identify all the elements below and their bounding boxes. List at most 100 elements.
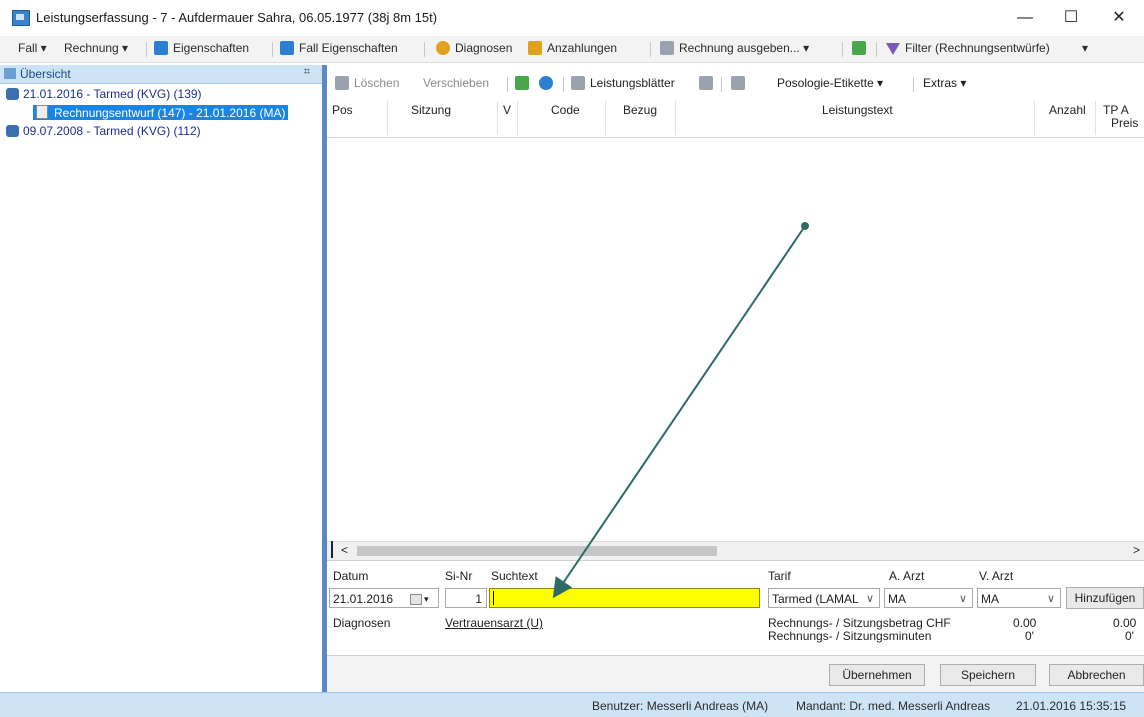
services-grid-header: Pos Sitzung V Code Bezug Leistungstext A… — [327, 99, 1144, 138]
uebernehmen-button[interactable]: Übernehmen — [829, 664, 925, 686]
entry-form: Datum Si-Nr Suchtext Tarif A. Arzt V. Ar… — [327, 560, 1144, 656]
column-sitzung[interactable]: Sitzung — [411, 103, 451, 117]
datum-label: Datum — [333, 569, 369, 583]
chevron-down-icon[interactable]: ▾ — [424, 589, 429, 607]
filter-label: Filter (Rechnungsentwürfe) — [905, 41, 1050, 55]
sync-button[interactable] — [539, 76, 558, 90]
column-v[interactable]: V — [503, 103, 511, 117]
grid-scroll-thumb[interactable] — [357, 546, 717, 556]
eigenschaften-button[interactable]: Eigenschaften — [154, 41, 249, 55]
fall-eigenschaften-button[interactable]: Fall Eigenschaften — [280, 41, 398, 55]
menu-rechnung[interactable]: Rechnung ▾ — [64, 41, 128, 55]
document-icon — [36, 105, 48, 119]
calendar-icon[interactable] — [410, 594, 422, 605]
v-arzt-label: V. Arzt — [979, 569, 1014, 583]
a-arzt-label: A. Arzt — [889, 569, 925, 583]
grid-scroll-left[interactable]: < — [341, 543, 348, 557]
v-arzt-select[interactable]: MA — [977, 588, 1061, 608]
tools-button[interactable] — [699, 76, 718, 90]
suchtext-label: Suchtext — [491, 569, 538, 583]
betrag-value-2: 0.00 — [1113, 616, 1137, 630]
rechnung-ausgeben-label: Rechnung ausgeben... ▾ — [679, 41, 810, 55]
grid-scrollbar[interactable]: < > — [327, 541, 1144, 560]
status-bar: Benutzer: Messerli Andreas (MA) Mandant:… — [0, 692, 1144, 717]
loeschen-label: Löschen — [354, 76, 400, 90]
text-cursor — [493, 591, 494, 605]
filter-button[interactable]: Filter (Rechnungsentwürfe) — [886, 41, 1050, 55]
datum-field[interactable]: 21.01.2016 ▾ — [329, 588, 439, 608]
wrench-icon — [699, 76, 713, 90]
minimize-button[interactable]: — — [1002, 4, 1048, 32]
leistungsblaetter-label: Leistungsblätter — [590, 76, 675, 90]
database-icon — [6, 88, 19, 100]
minuten-value-1: 0' — [1025, 629, 1034, 643]
refresh-green-button[interactable] — [852, 41, 871, 55]
a-arzt-select[interactable]: MA — [884, 588, 973, 608]
anzahlungen-label: Anzahlungen — [547, 41, 618, 55]
services-pane: Löschen Verschieben Leistungsblätter Pos… — [327, 65, 1144, 713]
fall-eigenschaften-label: Fall Eigenschaften — [299, 41, 398, 55]
tree-item-case-2016[interactable]: 21.01.2016 - Tarmed (KVG) (139) — [6, 87, 202, 101]
pin-icon[interactable]: ⌗ — [304, 66, 310, 79]
window-title: Leistungserfassung - 7 - Aufdermauer Sah… — [36, 10, 438, 25]
delete-icon — [335, 76, 349, 90]
printer-icon — [731, 76, 745, 90]
menu-fall[interactable]: Fall ▾ — [18, 41, 47, 55]
case-properties-icon — [280, 41, 294, 55]
sync-icon — [539, 76, 553, 90]
column-bezug[interactable]: Bezug — [623, 103, 657, 117]
anzahlungen-button[interactable]: Anzahlungen — [528, 41, 617, 55]
column-tp-a[interactable]: TP A — [1103, 103, 1129, 117]
eigenschaften-label: Eigenschaften — [173, 41, 250, 55]
tree-item-label: 21.01.2016 - Tarmed (KVG) (139) — [23, 87, 202, 101]
verschieben-button[interactable]: Verschieben — [423, 76, 489, 90]
refresh-icon — [852, 41, 866, 55]
filter-dropdown-arrow[interactable]: ▾ — [1082, 41, 1088, 55]
printer-icon — [660, 41, 674, 55]
grid-scroll-right[interactable]: > — [1133, 543, 1140, 557]
tree-item-label: 09.07.2008 - Tarmed (KVG) (112) — [23, 124, 201, 138]
diagnosen-button[interactable]: Diagnosen — [436, 41, 512, 55]
refresh-button[interactable] — [515, 76, 534, 90]
overview-title: Übersicht — [20, 67, 71, 81]
tree-item-label: Rechnungsentwurf (147) - 21.01.2016 (MA) — [54, 106, 286, 120]
status-mandant: Mandant: Dr. med. Messerli Andreas — [796, 699, 991, 713]
tarif-select[interactable]: Tarmed (LAMAL — [768, 588, 880, 608]
status-datetime: 21.01.2016 15:35:15 — [1016, 699, 1127, 713]
suchtext-input[interactable] — [489, 588, 760, 608]
properties-icon — [154, 41, 168, 55]
abbrechen-button[interactable]: Abbrechen — [1049, 664, 1144, 686]
maximize-button[interactable]: ☐ — [1048, 4, 1094, 32]
diagnosen-label: Diagnosen — [455, 41, 513, 55]
betrag-label: Rechnungs- / Sitzungsbetrag CHF — [768, 616, 951, 630]
column-pos[interactable]: Pos — [332, 103, 353, 117]
filter-icon — [886, 43, 900, 55]
hinzufuegen-button[interactable]: Hinzufügen — [1066, 587, 1144, 609]
sinr-field[interactable]: 1 — [445, 588, 487, 608]
leistungsblaetter-button[interactable]: Leistungsblätter — [571, 76, 675, 90]
column-preis[interactable]: Preis — [1111, 116, 1138, 130]
vertrauensarzt-link[interactable]: Vertrauensarzt (U) — [445, 616, 543, 630]
overview-header: Übersicht ⌗ — [0, 65, 322, 84]
diagnosis-icon — [436, 41, 450, 55]
print-button[interactable] — [731, 76, 750, 90]
column-anzahl[interactable]: Anzahl — [1049, 103, 1086, 117]
column-leistungstext[interactable]: Leistungstext — [822, 103, 893, 117]
column-code[interactable]: Code — [551, 103, 580, 117]
tree-item-case-2008[interactable]: 09.07.2008 - Tarmed (KVG) (112) — [6, 124, 201, 138]
extras-button[interactable]: Extras ▾ — [923, 76, 966, 90]
datum-value: 21.01.2016 — [333, 592, 394, 606]
speichern-button[interactable]: Speichern — [940, 664, 1036, 686]
title-bar: Leistungserfassung - 7 - Aufdermauer Sah… — [0, 0, 1144, 36]
tree-item-rechnungsentwurf[interactable]: Rechnungsentwurf (147) - 21.01.2016 (MA) — [33, 105, 289, 120]
minuten-label: Rechnungs- / Sitzungsminuten — [768, 629, 932, 643]
rechnung-ausgeben-button[interactable]: Rechnung ausgeben... ▾ — [660, 41, 809, 55]
diagnosen-label: Diagnosen — [333, 616, 391, 630]
tarif-label: Tarif — [768, 569, 791, 583]
sinr-label: Si-Nr — [445, 569, 473, 583]
action-button-bar: Übernehmen Speichern Abbrechen — [327, 655, 1144, 694]
close-button[interactable]: ✕ — [1096, 4, 1142, 32]
database-icon — [6, 125, 19, 137]
posologie-button[interactable]: Posologie-Etikette ▾ — [777, 76, 883, 90]
loeschen-button[interactable]: Löschen — [335, 76, 399, 90]
